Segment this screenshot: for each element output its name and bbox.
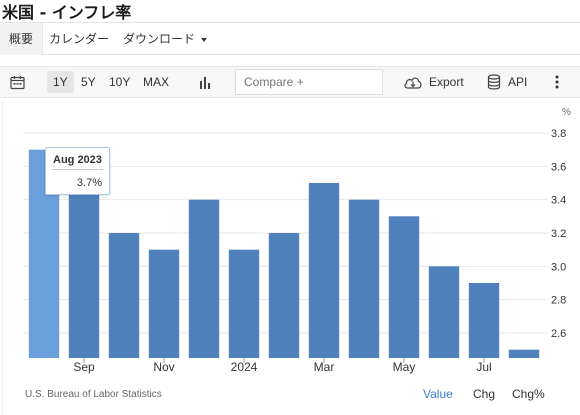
database-icon[interactable] (487, 74, 501, 90)
y-tick-label: 3.4 (551, 195, 566, 207)
bar-5[interactable] (228, 249, 260, 358)
tooltip-divider (52, 169, 103, 170)
tab-bar: 概要 カレンダー ダウンロード (0, 22, 580, 55)
x-tick-label: 2024 (231, 360, 258, 374)
x-tick-label: Jul (476, 360, 491, 374)
x-tick-label: Nov (153, 360, 174, 374)
y-tick-label: 2.8 (551, 295, 566, 307)
tab-download[interactable]: ダウンロード (123, 23, 208, 55)
bar-7[interactable] (308, 183, 340, 358)
bar-12[interactable] (508, 349, 540, 358)
tab-overview[interactable]: 概要 (0, 23, 44, 55)
range-1y-button[interactable]: 1Y (47, 71, 74, 93)
range-max-button[interactable]: MAX (143, 67, 169, 97)
y-tick-label: 3.8 (551, 128, 566, 140)
bar-10[interactable] (428, 266, 460, 358)
compare-input[interactable] (235, 69, 383, 95)
page-title: 米国 - インフレ率 (2, 3, 132, 22)
bar-9[interactable] (388, 216, 420, 358)
tab-download-label: ダウンロード (123, 32, 196, 46)
range-10y-button[interactable]: 10Y (109, 67, 130, 97)
bar-4[interactable] (188, 199, 220, 358)
more-vertical-icon[interactable] (555, 75, 559, 89)
calendar-icon[interactable] (10, 75, 25, 90)
chg-percent-toggle-button[interactable]: Chg% (512, 387, 545, 401)
value-toggle-button[interactable]: Value (423, 387, 453, 401)
y-tick-label: 3.2 (551, 228, 566, 240)
caret-down-icon (201, 37, 208, 42)
y-tick-label: 3.6 (551, 161, 566, 173)
tab-calendar[interactable]: カレンダー (49, 23, 109, 55)
api-button[interactable]: API (508, 67, 527, 97)
bar-2[interactable] (108, 233, 140, 358)
bar-3[interactable] (148, 249, 180, 358)
y-tick-label: 2.6 (551, 328, 566, 340)
bar-11[interactable] (468, 283, 500, 358)
y-unit-label: % (562, 107, 571, 118)
x-tick-label: Sep (73, 360, 95, 374)
export-button[interactable]: Export (429, 67, 464, 97)
y-tick-label: 3.0 (551, 261, 566, 273)
tooltip-value: 3.7% (76, 177, 102, 189)
chg-toggle-button[interactable]: Chg (473, 387, 495, 401)
range-5y-button[interactable]: 5Y (81, 67, 96, 97)
y-axis-ticks: 3.8 3.6 3.4 3.2 3.0 2.8 2.6 (551, 128, 566, 340)
tooltip-date: Aug 2023 (53, 154, 102, 166)
chart-tooltip: Aug 2023 3.7% (45, 147, 110, 195)
bar-6[interactable] (268, 233, 300, 358)
chart-toolbar: 1Y 5Y 10Y MAX Export API (0, 66, 580, 98)
bar-chart-icon[interactable] (199, 76, 213, 89)
download-cloud-icon[interactable] (403, 75, 423, 90)
x-tick-label: Mar (314, 360, 335, 374)
source-label: U.S. Bureau of Labor Statistics (25, 389, 162, 400)
bar-8[interactable] (348, 199, 380, 358)
x-axis-ticks: Sep Nov 2024 Mar May Jul (73, 358, 492, 374)
x-tick-label: May (393, 360, 416, 374)
